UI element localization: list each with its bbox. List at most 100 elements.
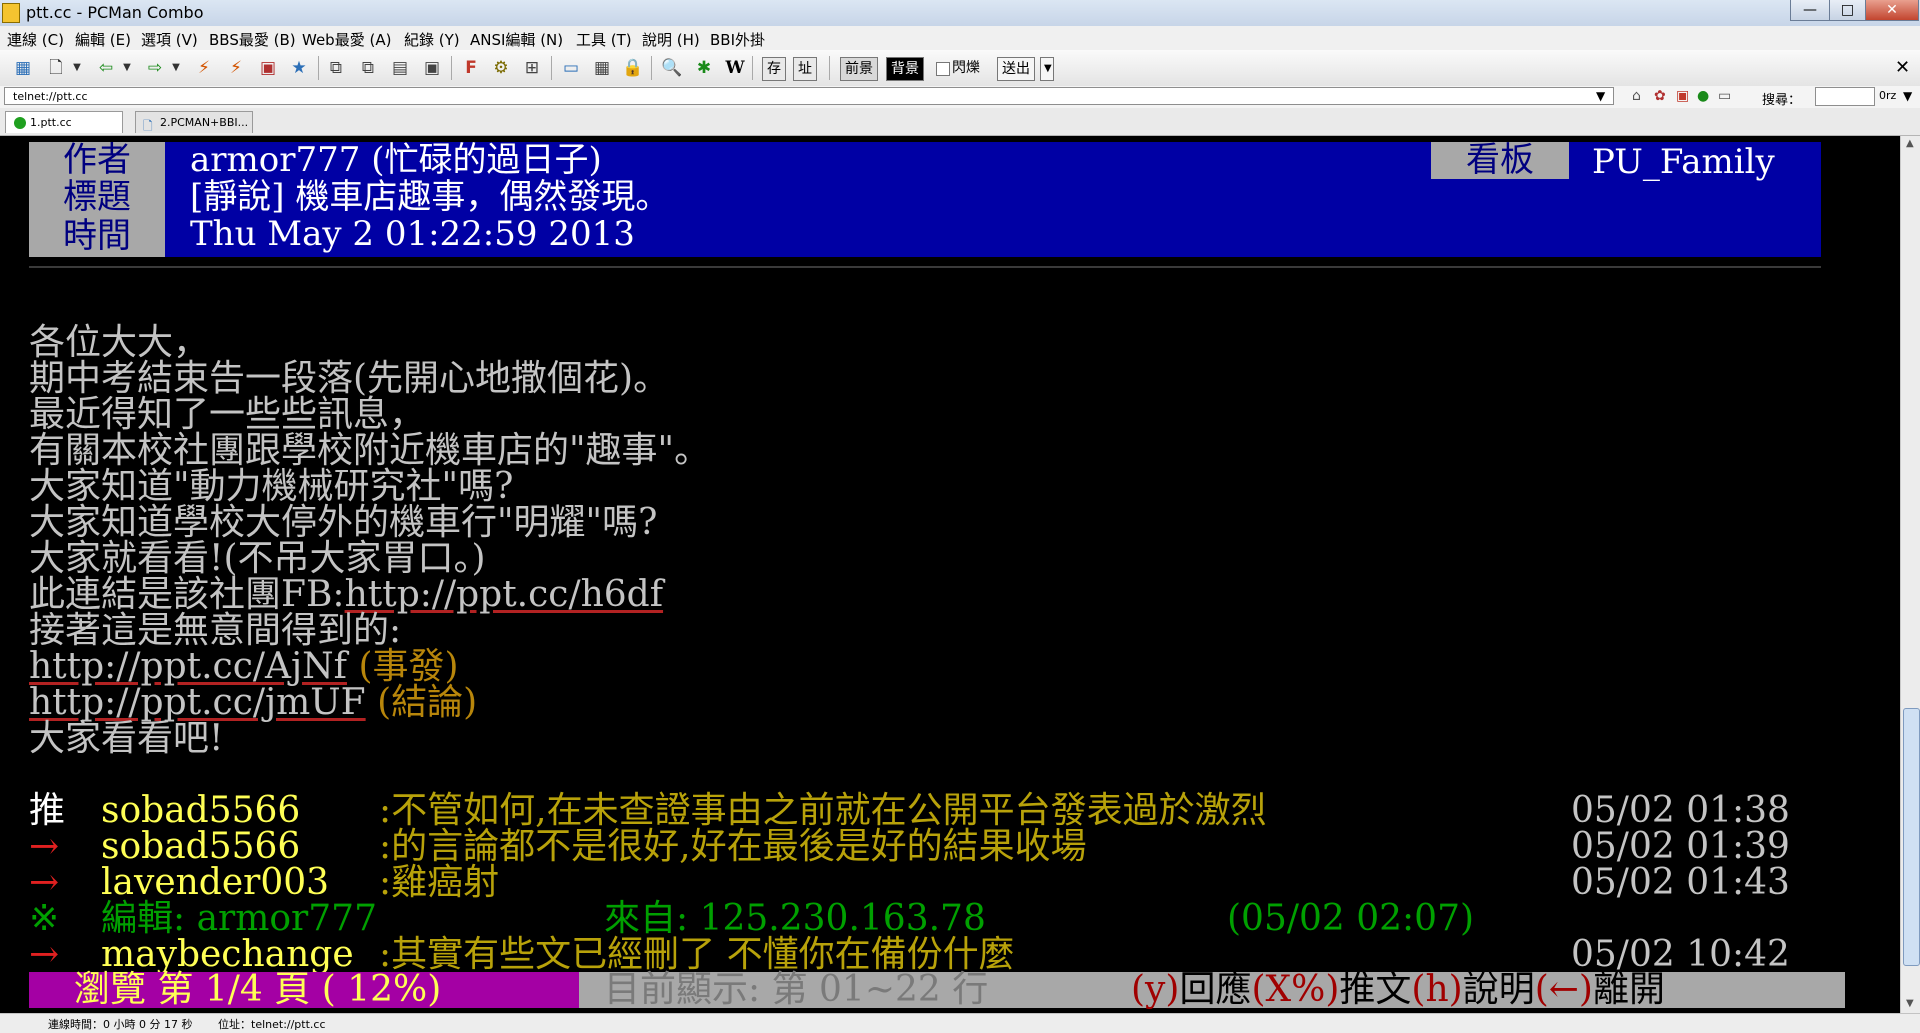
lock-icon[interactable]: 🔒: [622, 57, 644, 79]
help-key[interactable]: (h): [1411, 969, 1462, 1010]
window-icon[interactable]: ▭: [560, 57, 582, 79]
menu-connect[interactable]: 連線 (C): [7, 29, 64, 50]
chevron-down-icon[interactable]: ▼: [171, 57, 181, 79]
tab-ptt[interactable]: 1.ptt.cc: [5, 111, 123, 133]
minimize-button[interactable]: —: [1790, 0, 1830, 21]
conclusion-link[interactable]: http://ppt.cc/jmUF: [29, 682, 366, 723]
toggle-icon[interactable]: ▣: [1676, 88, 1689, 104]
blink-checkbox[interactable]: [936, 62, 950, 76]
keyboard-icon[interactable]: ▦: [591, 57, 613, 79]
tab-pcman-bbi[interactable]: 🗋 2.PCMAN+BBI...: [135, 111, 253, 133]
menu-help[interactable]: 說明 (H): [642, 29, 700, 50]
toolbar: ▦ 🗋 ▼ ⇦ ▼ ⇨ ▼ ⚡ ⚡ ▣ ★ ⧉ ⧉ ▤ ▣ F ⚙ ⊞ ▭ ▦ …: [0, 50, 1920, 87]
toolbar-divider: [829, 56, 830, 80]
search-engine-dropdown-icon[interactable]: ▼: [1903, 89, 1912, 103]
address-input[interactable]: telnet://ptt.cc: [4, 87, 1614, 105]
menu-options[interactable]: 選項 (V): [141, 29, 198, 50]
close-tab-button[interactable]: ✕: [1895, 57, 1910, 78]
chevron-down-icon[interactable]: ▼: [72, 57, 82, 79]
body-line: 大家就看看!(不吊大家胃口。): [29, 538, 486, 579]
scrollbar-thumb[interactable]: [1903, 708, 1920, 966]
wikipedia-icon[interactable]: W: [724, 57, 746, 79]
maximize-button[interactable]: □: [1829, 0, 1866, 21]
leave-label[interactable]: 離開: [1593, 969, 1665, 1010]
scroll-up-icon[interactable]: ▲: [1906, 138, 1914, 149]
author-label: 作者: [29, 142, 165, 179]
send-button[interactable]: 送出: [997, 57, 1035, 81]
plugin-icon[interactable]: ✱: [693, 57, 715, 79]
push-key[interactable]: (X%): [1251, 969, 1339, 1010]
foreground-color-button[interactable]: 前景: [840, 57, 878, 81]
body-line: 大家看看吧!: [29, 718, 224, 759]
globe-icon[interactable]: ●: [1697, 88, 1709, 104]
menu-web-favorites[interactable]: Web最愛 (A): [302, 29, 391, 50]
scroll-down-icon[interactable]: ▼: [1906, 998, 1914, 1009]
body-line: 有關本校社團跟學校附近機車店的"趣事"。: [29, 430, 711, 471]
menu-log[interactable]: 紀錄 (Y): [404, 29, 460, 50]
push-tag: →: [29, 934, 60, 975]
address-book-icon[interactable]: ▦: [12, 57, 34, 79]
send-dropdown-icon[interactable]: ▼: [1040, 57, 1054, 81]
leave-key[interactable]: (←): [1535, 969, 1593, 1010]
push-tag: 推: [29, 790, 66, 831]
back-arrow-icon[interactable]: ⇦: [95, 57, 117, 79]
toolbar-divider: [318, 56, 319, 80]
font-icon[interactable]: F: [460, 57, 482, 79]
blink-label: 閃爍: [952, 60, 980, 76]
address-button[interactable]: 址: [793, 57, 817, 81]
window-icon[interactable]: ▭: [1718, 88, 1731, 104]
article-footer: 瀏覽 第 1/4 頁 ( 12%) 目前顯示: 第 01~22 行 (y)回應(…: [29, 972, 1845, 1008]
ptt-logo-icon[interactable]: ✿: [1654, 88, 1666, 104]
select-all-icon[interactable]: ▣: [421, 57, 443, 79]
help-label[interactable]: 說明: [1463, 969, 1535, 1010]
search-engine-label[interactable]: 0rz: [1879, 89, 1896, 102]
new-connection-icon[interactable]: 🗋: [45, 57, 67, 79]
address-dropdown-icon[interactable]: ▼: [1596, 89, 1605, 103]
display-range: 目前顯示: 第 01~22 行: [604, 969, 989, 1010]
reply-label[interactable]: 回應: [1179, 969, 1251, 1010]
home-icon[interactable]: ⌂: [1632, 88, 1641, 104]
settings-gear-icon[interactable]: ⚙: [490, 57, 512, 79]
terminal-scrollbar[interactable]: ▲ ▼: [1900, 136, 1920, 1013]
forward-arrow-icon[interactable]: ⇨: [144, 57, 166, 79]
event-link[interactable]: http://ppt.cc/AjNf: [29, 646, 347, 687]
toolbar-divider: [651, 56, 652, 80]
reply-key[interactable]: (y): [1131, 969, 1179, 1010]
menu-bbs-favorites[interactable]: BBS最愛 (B): [209, 29, 296, 50]
body-line: 期中考結束告一段落(先開心地撒個花)。: [29, 358, 670, 399]
reconnect-all-icon[interactable]: ⚡: [225, 57, 247, 79]
menu-tools[interactable]: 工具 (T): [576, 29, 632, 50]
push-message: :其實有些文已經刪了 不懂你在備份什麼: [379, 934, 1015, 975]
push-time: 05/02 10:42: [1571, 934, 1790, 975]
search-input[interactable]: [1815, 87, 1875, 106]
push-time: 05/02 01:38: [1571, 790, 1790, 831]
edit-text: 編輯: armor777: [101, 898, 377, 939]
fb-link[interactable]: http://ppt.cc/h6df: [345, 574, 663, 615]
page-icon: 🗋: [143, 119, 153, 133]
time-label: 時間: [29, 216, 165, 257]
copy-with-color-icon[interactable]: ⧉: [357, 57, 379, 79]
save-text-button[interactable]: 存: [762, 57, 786, 81]
app-icon: [2, 3, 20, 23]
body-line: 大家知道"動力機械研究社"嗎?: [29, 466, 514, 507]
chevron-down-icon[interactable]: ▼: [122, 57, 132, 79]
menu-bar: 連線 (C) 編輯 (E) 選項 (V) BBS最愛 (B) Web最愛 (A)…: [0, 26, 1920, 50]
menu-edit[interactable]: 編輯 (E): [75, 29, 131, 50]
background-color-button[interactable]: 背景: [886, 57, 924, 81]
reconnect-icon[interactable]: ⚡: [193, 57, 215, 79]
window-title: ptt.cc - PCMan Combo: [26, 3, 204, 22]
toolbar-divider: [752, 56, 753, 80]
push-user: sobad5566: [101, 826, 301, 867]
add-favorite-icon[interactable]: ★: [288, 57, 310, 79]
copy-icon[interactable]: ⧉: [325, 57, 347, 79]
push-label[interactable]: 推文: [1339, 969, 1411, 1010]
fullscreen-icon[interactable]: ⊞: [521, 57, 543, 79]
search-icon[interactable]: 🔍: [661, 57, 683, 79]
paste-icon[interactable]: ▤: [389, 57, 411, 79]
menu-ansi-edit[interactable]: ANSI編輯 (N): [470, 29, 563, 50]
push-message: :不管如何,在未查證事由之前就在公開平台發表過於激烈: [379, 790, 1267, 831]
disconnect-icon[interactable]: ▣: [257, 57, 279, 79]
bbs-terminal[interactable]: 作者 標題 時間 armor777 (忙碌的過日子) 看板 PU_Family …: [0, 136, 1900, 1013]
menu-bbi-plugin[interactable]: BBI外掛: [710, 29, 765, 50]
close-window-button[interactable]: ✕: [1865, 0, 1919, 21]
